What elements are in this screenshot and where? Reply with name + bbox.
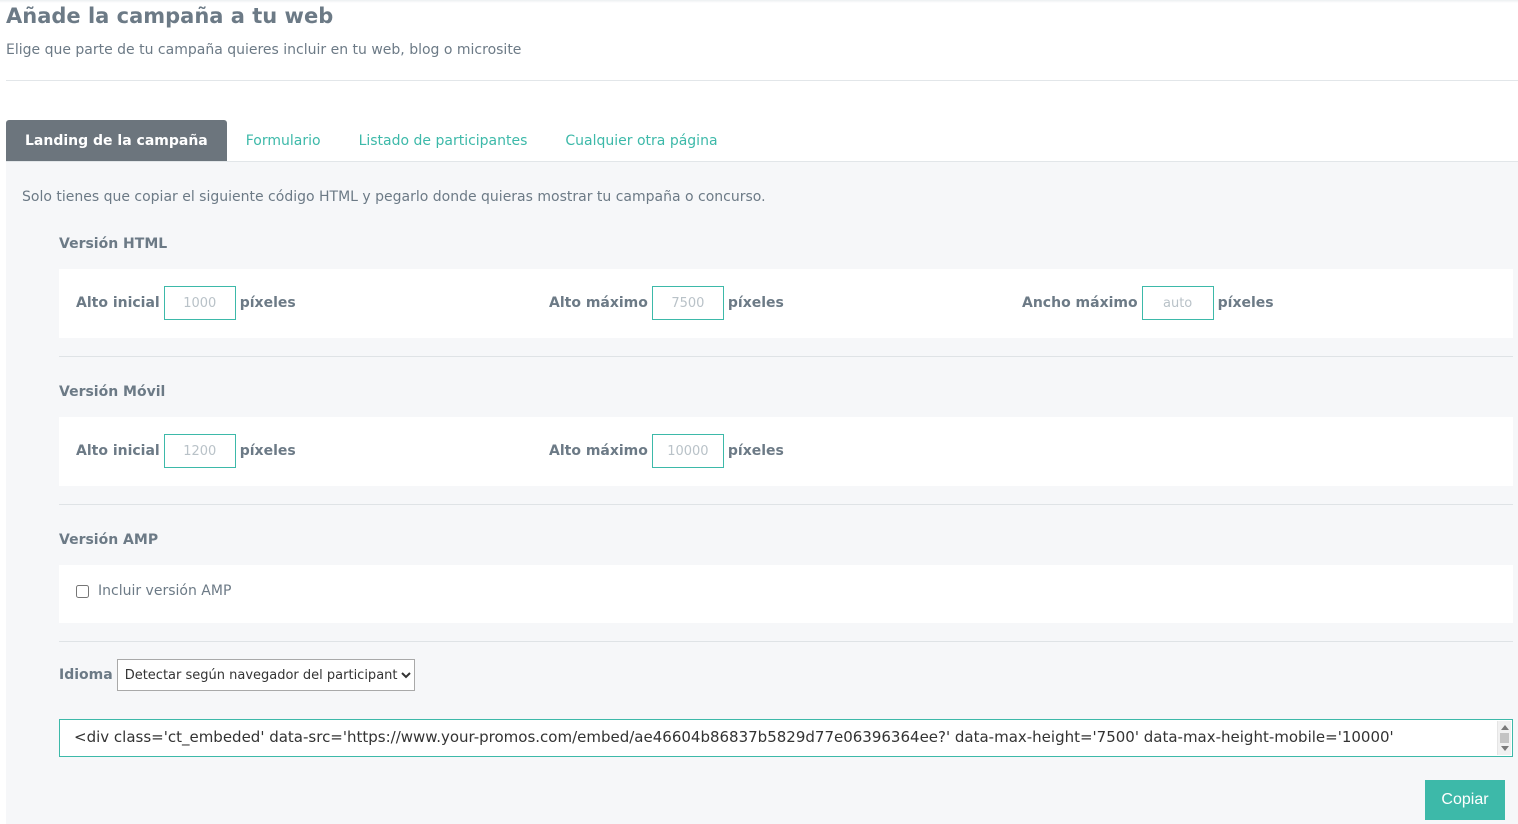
field-unit: píxeles	[239, 295, 296, 311]
top-shadow	[0, 0, 1518, 3]
html-alto-inicial-input[interactable]	[163, 286, 236, 320]
tab-cualquier-otra-pagina[interactable]: Cualquier otra página	[546, 120, 736, 162]
scroll-thumb[interactable]	[1500, 733, 1509, 743]
scroll-down-icon[interactable]	[1501, 746, 1509, 751]
header-divider	[6, 80, 1518, 81]
amp-checkbox-row[interactable]: Incluir versión AMP	[76, 583, 231, 599]
html-version-box: Alto inicial píxeles Alto máximo píxeles…	[59, 269, 1513, 338]
html-version-title: Versión HTML	[59, 236, 168, 252]
embed-code-text: <div class='ct_embeded' data-src='https:…	[74, 728, 1394, 746]
mobile-alto-inicial-input[interactable]	[163, 434, 236, 468]
html-ancho-maximo-field: Ancho máximo píxeles	[1022, 286, 1274, 320]
section-divider	[59, 641, 1513, 642]
code-scrollbar[interactable]	[1497, 721, 1511, 755]
amp-checkbox-label: Incluir versión AMP	[98, 583, 232, 599]
field-unit: píxeles	[727, 443, 784, 459]
tab-bar: Landing de la campaña Formulario Listado…	[6, 120, 737, 162]
amp-version-box: Incluir versión AMP	[59, 565, 1513, 623]
amp-checkbox[interactable]	[76, 584, 89, 598]
mobile-version-title: Versión Móvil	[59, 384, 166, 400]
mobile-alto-inicial-field: Alto inicial píxeles	[76, 434, 296, 468]
language-select[interactable]: Detectar según navegador del participant…	[116, 659, 415, 691]
section-divider	[59, 504, 1513, 505]
tab-panel: Solo tienes que copiar el siguiente códi…	[6, 162, 1518, 824]
field-label: Alto máximo	[549, 295, 648, 311]
scroll-up-icon[interactable]	[1501, 725, 1509, 730]
field-label: Alto máximo	[549, 443, 648, 459]
tab-listado-participantes[interactable]: Listado de participantes	[340, 120, 547, 162]
field-unit: píxeles	[727, 295, 784, 311]
mobile-alto-maximo-field: Alto máximo píxeles	[549, 434, 784, 468]
html-alto-inicial-field: Alto inicial píxeles	[76, 286, 296, 320]
field-unit: píxeles	[1217, 295, 1274, 311]
copy-button[interactable]: Copiar	[1425, 780, 1505, 820]
mobile-alto-maximo-input[interactable]	[651, 434, 724, 468]
tab-landing[interactable]: Landing de la campaña	[6, 120, 227, 162]
page-title: Añade la campaña a tu web	[6, 4, 334, 28]
field-label: Ancho máximo	[1022, 295, 1138, 311]
language-label: Idioma	[59, 667, 113, 683]
amp-version-title: Versión AMP	[59, 532, 159, 548]
page-subtitle: Elige que parte de tu campaña quieres in…	[6, 42, 522, 58]
field-unit: píxeles	[239, 443, 296, 459]
html-alto-maximo-field: Alto máximo píxeles	[549, 286, 784, 320]
html-ancho-maximo-input[interactable]	[1141, 286, 1214, 320]
intro-text: Solo tienes que copiar el siguiente códi…	[22, 189, 766, 205]
mobile-version-box: Alto inicial píxeles Alto máximo píxeles	[59, 417, 1513, 486]
field-label: Alto inicial	[76, 443, 160, 459]
language-row: Idioma Detectar según navegador del part…	[59, 659, 415, 691]
html-alto-maximo-input[interactable]	[651, 286, 724, 320]
embed-code-textarea[interactable]: <div class='ct_embeded' data-src='https:…	[59, 719, 1513, 757]
tab-formulario[interactable]: Formulario	[227, 120, 340, 162]
field-label: Alto inicial	[76, 295, 160, 311]
section-divider	[59, 356, 1513, 357]
